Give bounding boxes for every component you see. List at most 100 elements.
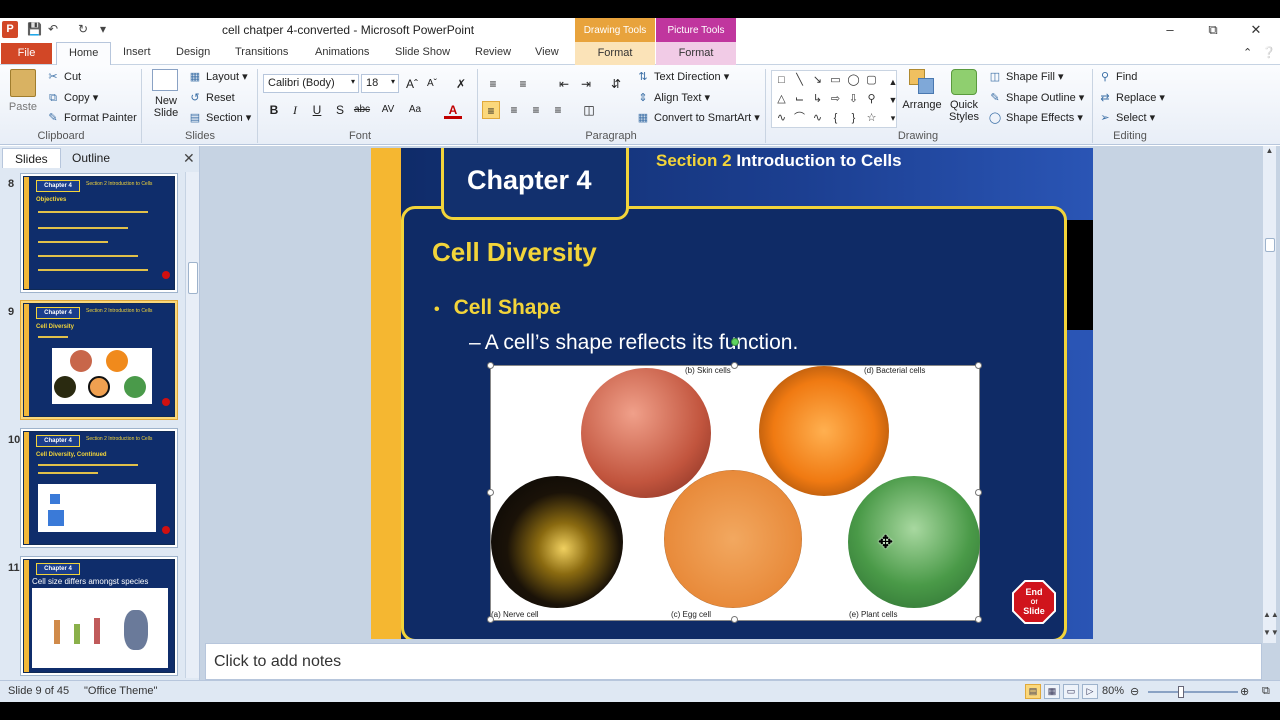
tab-outline[interactable]: Outline: [60, 148, 122, 168]
save-icon[interactable]: 💾: [27, 22, 42, 36]
tab-file[interactable]: File: [1, 43, 52, 64]
slide-thumbnail-11[interactable]: Chapter 4 Cell size differs amongst spec…: [20, 556, 178, 676]
slide-thumbnail-10[interactable]: Chapter 4 Section 2 Introduction to Cell…: [20, 428, 178, 548]
clear-formatting-icon[interactable]: ✗: [452, 75, 470, 93]
convert-smartart-button[interactable]: ▦ Convert to SmartArt ▾: [636, 111, 760, 124]
reading-view-icon[interactable]: ▭: [1063, 684, 1079, 699]
gallery-scroll-down-icon[interactable]: ▼: [884, 91, 902, 109]
tab-drawing-format[interactable]: Format: [575, 42, 655, 65]
font-name-select[interactable]: Calibri (Body) ▾: [263, 74, 359, 93]
tab-review[interactable]: Review: [475, 46, 511, 58]
shape-effects-button[interactable]: ◯ Shape Effects ▾: [988, 111, 1083, 124]
cut-button[interactable]: ✂ Cut: [46, 70, 81, 83]
bullets-icon[interactable]: ≡: [484, 75, 502, 93]
powerpoint-logo-icon[interactable]: P: [2, 21, 18, 38]
zoom-in-icon[interactable]: ⊕: [1240, 685, 1249, 698]
resize-handle[interactable]: [487, 616, 494, 623]
notes-pane[interactable]: Click to add notes: [205, 643, 1262, 680]
arrange-button[interactable]: Arrange: [902, 69, 942, 111]
tab-insert[interactable]: Insert: [123, 46, 151, 58]
tab-picture-format[interactable]: Format: [656, 42, 736, 65]
paste-button[interactable]: Paste: [8, 69, 38, 113]
format-painter-button[interactable]: ✎ Format Painter: [46, 111, 136, 124]
normal-view-icon[interactable]: ▤: [1025, 684, 1041, 699]
resize-handle[interactable]: [487, 362, 494, 369]
strikethrough-button[interactable]: abc: [353, 101, 371, 119]
align-right-button[interactable]: ≡: [527, 101, 545, 119]
align-center-button[interactable]: ≡: [505, 101, 523, 119]
layout-button[interactable]: ▦ Layout ▾: [188, 70, 248, 83]
align-left-button[interactable]: ≡: [482, 101, 500, 119]
help-icon[interactable]: ❔: [1262, 46, 1276, 59]
resize-handle[interactable]: [975, 489, 982, 496]
justify-button[interactable]: ≡: [549, 101, 567, 119]
italic-button[interactable]: I: [286, 101, 304, 119]
slide-sorter-icon[interactable]: ▦: [1044, 684, 1060, 699]
cell-shapes-picture[interactable]: (b) Skin cells (d) Bacterial cells (a) N…: [487, 362, 982, 623]
quick-styles-button[interactable]: Quick Styles: [946, 69, 982, 123]
character-spacing-button[interactable]: AV: [379, 101, 397, 119]
redo-icon[interactable]: ↻: [78, 22, 88, 36]
slide-title[interactable]: Cell Diversity: [432, 237, 597, 268]
gallery-scroll-up-icon[interactable]: ▲: [884, 73, 902, 91]
rotation-handle[interactable]: [731, 338, 739, 346]
section-heading[interactable]: Section 2 Introduction to Cells: [656, 151, 902, 171]
resize-handle[interactable]: [731, 362, 738, 369]
slide-thumbnail-8[interactable]: Chapter 4 Section 2 Introduction to Cell…: [20, 173, 178, 293]
section-button[interactable]: ▤ Section ▾: [188, 111, 251, 124]
line-spacing-icon[interactable]: ⇵: [607, 75, 625, 93]
zoom-out-icon[interactable]: ⊖: [1130, 685, 1139, 698]
customize-qat-icon[interactable]: ▾: [100, 22, 106, 36]
undo-icon[interactable]: ↶: [48, 22, 58, 36]
ribbon-minimize-icon[interactable]: ⌃: [1243, 46, 1252, 59]
resize-handle[interactable]: [487, 489, 494, 496]
tab-slide-show[interactable]: Slide Show: [395, 46, 450, 58]
replace-button[interactable]: ⇄ Replace ▾: [1098, 91, 1165, 104]
slide-canvas[interactable]: Chapter 4 Section 2 Introduction to Cell…: [371, 148, 1093, 639]
slides-pane-scrollbar[interactable]: [185, 172, 199, 678]
numbering-icon[interactable]: ≡: [514, 75, 532, 93]
scrollbar-thumb[interactable]: [188, 262, 198, 294]
bullet-level-2[interactable]: – A cell’s shape reflects its function.: [469, 331, 798, 355]
columns-icon[interactable]: ◫: [580, 101, 598, 119]
grow-font-icon[interactable]: Aˆ: [403, 75, 421, 93]
change-case-button[interactable]: Aa: [406, 101, 424, 119]
slide-show-icon[interactable]: ▷: [1082, 684, 1098, 699]
underline-button[interactable]: U: [308, 101, 326, 119]
shrink-font-icon[interactable]: Aˇ: [423, 75, 441, 93]
font-color-button[interactable]: A: [444, 101, 462, 119]
slide-scrollbar[interactable]: ▲ ▲▲ ▼▼: [1262, 146, 1279, 643]
resize-handle[interactable]: [975, 616, 982, 623]
fit-to-window-icon[interactable]: ⧉: [1262, 685, 1270, 698]
align-text-button[interactable]: ⇕ Align Text ▾: [636, 91, 710, 104]
tab-design[interactable]: Design: [176, 46, 210, 58]
reset-button[interactable]: ↺ Reset: [188, 91, 234, 104]
resize-handle[interactable]: [731, 616, 738, 623]
resize-handle[interactable]: [975, 362, 982, 369]
copy-button[interactable]: ⧉ Copy ▾: [46, 91, 98, 105]
text-direction-button[interactable]: ⇅ Text Direction ▾: [636, 70, 729, 83]
shapes-gallery[interactable]: □ ╲ ↘ ▭ ◯ ▢ △ ⌙ ↳ ⇨ ⇩ ⚲ ∿ ⌒ ∿ { } ☆: [771, 70, 897, 128]
tab-view[interactable]: View: [535, 46, 559, 58]
chapter-heading[interactable]: Chapter 4: [467, 165, 592, 196]
gallery-more-icon[interactable]: ▾: [884, 109, 902, 127]
minimize-button[interactable]: –: [1150, 18, 1190, 42]
tab-transitions[interactable]: Transitions: [235, 46, 288, 58]
increase-indent-icon[interactable]: ⇥: [577, 75, 595, 93]
find-button[interactable]: ⚲ Find: [1098, 70, 1137, 83]
shape-fill-button[interactable]: ◫ Shape Fill ▾: [988, 70, 1064, 83]
font-size-select[interactable]: 18 ▾: [361, 74, 399, 93]
decrease-indent-icon[interactable]: ⇤: [555, 75, 573, 93]
text-shadow-button[interactable]: S: [331, 101, 349, 119]
zoom-slider[interactable]: [1148, 686, 1238, 698]
tab-home[interactable]: Home: [56, 42, 112, 66]
bold-button[interactable]: B: [265, 101, 283, 119]
scrollbar-thumb[interactable]: [1265, 238, 1275, 252]
restore-button[interactable]: ⧉: [1193, 18, 1233, 42]
new-slide-button[interactable]: New Slide: [148, 69, 182, 119]
select-button[interactable]: ➢ Select ▾: [1098, 111, 1155, 124]
slide-thumbnail-9[interactable]: Chapter 4 Section 2 Introduction to Cell…: [20, 300, 178, 420]
shape-outline-button[interactable]: ✎ Shape Outline ▾: [988, 91, 1084, 104]
close-window-button[interactable]: ✕: [1236, 18, 1276, 42]
tab-slides[interactable]: Slides: [2, 148, 61, 168]
